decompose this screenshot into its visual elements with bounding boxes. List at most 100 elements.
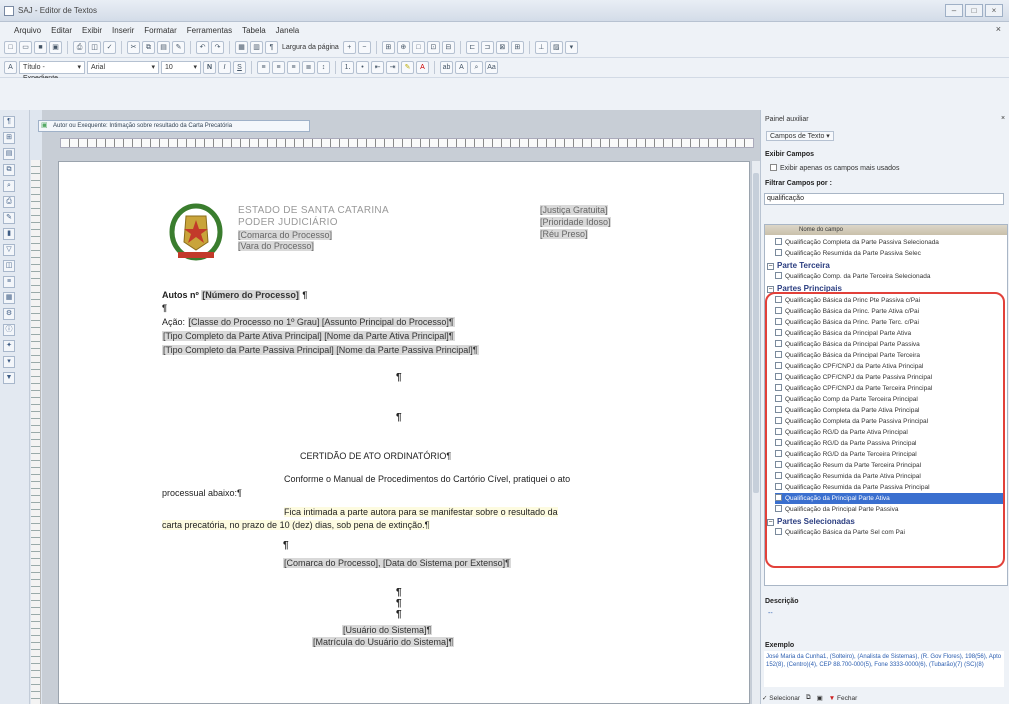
menu-arquivo[interactable]: Arquivo (14, 26, 41, 35)
italic-icon[interactable]: I (218, 61, 231, 74)
copy-field-icon[interactable]: ⧉ (806, 694, 811, 702)
more-icon[interactable]: ▾ (564, 41, 578, 54)
open-icon[interactable]: ▭ (19, 41, 32, 54)
parte-ativa-field[interactable]: [Tipo Completo da Parte Ativa Principal]… (162, 331, 455, 341)
settings-icon[interactable]: ⚙ (3, 308, 15, 320)
close-window-button[interactable]: × (985, 4, 1003, 17)
format-painter-icon[interactable]: ✎ (172, 41, 185, 54)
merge-icon[interactable]: ⊡ (426, 41, 440, 54)
tree-item[interactable]: Qualificação Resumida da Parte Passiva S… (775, 248, 921, 259)
usuario-field[interactable]: [Usuário do Sistema]¶ (342, 625, 433, 635)
help-icon[interactable]: ▣ (817, 694, 823, 702)
comarca-data-field[interactable]: [Comarca do Processo], [Data do Sistema … (283, 558, 511, 568)
reu-preso-field[interactable]: [Réu Preso] (540, 229, 588, 239)
align-left-icon[interactable]: ≡ (257, 61, 270, 74)
classe-assunto-field[interactable]: [Classe do Processo no 1º Grau] [Assunto… (187, 317, 455, 327)
group-parte-terceira[interactable]: − Parte Terceira (767, 260, 830, 271)
open-folder-icon[interactable]: ▣ (49, 41, 62, 54)
insert-row-icon[interactable]: ⊕ (396, 41, 410, 54)
parte-passiva-field[interactable]: [Tipo Completo da Parte Passiva Principa… (162, 345, 479, 355)
insert-table-icon[interactable]: ⊞ (381, 41, 395, 54)
line-spacing-icon[interactable]: ↕ (317, 61, 330, 74)
print-icon[interactable]: ⎙ (73, 41, 86, 54)
tree-column-header[interactable]: Nome do campo (765, 225, 1007, 235)
align-right-icon[interactable]: ≡ (287, 61, 300, 74)
table-icon[interactable]: ▦ (235, 41, 248, 54)
zoom-label[interactable]: Largura da página (282, 44, 339, 51)
border-icon[interactable]: ⊠ (495, 41, 509, 54)
style-select[interactable]: Título - Expediente▾ (19, 61, 85, 82)
menu-formatar[interactable]: Formatar (144, 26, 176, 35)
style-icon[interactable]: A (4, 61, 17, 74)
justica-gratuita-field[interactable]: [Justiça Gratuita] (540, 205, 608, 215)
zoom-in-icon[interactable]: + (342, 41, 356, 54)
cut-icon[interactable]: ✂ (127, 41, 140, 54)
copy-doc-icon[interactable]: ⧉ (3, 164, 15, 176)
filter-input[interactable]: qualificação (764, 193, 1004, 205)
spellcheck-icon[interactable]: ✓ (103, 41, 116, 54)
checkbox-icon[interactable] (770, 164, 777, 171)
columns-icon[interactable]: ▥ (250, 41, 263, 54)
prioridade-idoso-field[interactable]: [Prioridade Idoso] (540, 217, 611, 227)
case-icon[interactable]: Aa (485, 61, 498, 74)
bold-icon[interactable]: N (203, 61, 216, 74)
copy-icon[interactable]: ⧉ (142, 41, 155, 54)
bookmark-icon[interactable]: ▮ (3, 228, 15, 240)
horizontal-ruler[interactable] (60, 138, 754, 148)
selecionar-button[interactable]: ✓ Selecionar (762, 694, 800, 702)
save-icon[interactable]: ■ (34, 41, 47, 54)
new-document-icon[interactable]: □ (4, 41, 17, 54)
matricula-field[interactable]: [Matrícula do Usuário do Sistema]¶ (312, 637, 455, 647)
menu-inserir[interactable]: Inserir (112, 26, 134, 35)
tree-item[interactable]: Qualificação Comp. da Parte Terceira Sel… (775, 271, 931, 282)
menu-editar[interactable]: Editar (51, 26, 72, 35)
fechar-button[interactable]: ▼ Fechar (829, 695, 857, 702)
strikethrough-icon[interactable]: ab (440, 61, 453, 74)
menu-exibir[interactable]: Exibir (82, 26, 102, 35)
document-tab[interactable]: ▣ Autor ou Exequente: Intimação sobre re… (38, 120, 310, 132)
close-document-button[interactable]: × (996, 24, 1001, 34)
justify-icon[interactable]: ≣ (302, 61, 315, 74)
numero-processo-field[interactable]: [Número do Processo] (201, 290, 300, 300)
panel-close-icon[interactable]: × (1001, 115, 1005, 122)
paste-icon[interactable]: ▤ (157, 41, 170, 54)
show-marks-icon[interactable]: ¶ (265, 41, 278, 54)
field-list-icon[interactable]: ¶ (3, 116, 15, 128)
print-preview-icon[interactable]: ◫ (88, 41, 101, 54)
font-size-select[interactable]: 10 ▾ (161, 61, 201, 74)
view-icon[interactable]: ◫ (3, 260, 15, 272)
field-icon[interactable]: ⊥ (534, 41, 548, 54)
bullets-icon[interactable]: • (356, 61, 369, 74)
grid-icon[interactable]: ⊞ (510, 41, 524, 54)
menu-janela[interactable]: Janela (276, 26, 300, 35)
undo-icon[interactable]: ↶ (196, 41, 209, 54)
pin-icon[interactable]: ▼ (3, 372, 15, 384)
exibir-apenas-checkbox[interactable]: Exibir apenas os campos mais usados (770, 164, 899, 172)
header-comarca-field[interactable]: [Comarca do Processo] (238, 230, 333, 240)
decrease-indent-icon[interactable]: ⇤ (371, 61, 384, 74)
vertical-scrollbar[interactable] (751, 161, 760, 704)
collapse-icon[interactable]: − (767, 263, 774, 270)
highlight-icon[interactable]: ✎ (401, 61, 414, 74)
search-icon[interactable]: ⌕ (3, 180, 15, 192)
font-select[interactable]: Arial ▾ (87, 61, 159, 74)
menu-tabela[interactable]: Tabela (242, 26, 266, 35)
header-vara-field[interactable]: [Vara do Processo] (238, 241, 314, 251)
align-center-icon[interactable]: ≡ (272, 61, 285, 74)
info-icon[interactable]: ⓘ (3, 324, 15, 336)
picture-icon[interactable]: ▨ (549, 41, 563, 54)
redo-icon[interactable]: ↷ (211, 41, 224, 54)
align-left-cell-icon[interactable]: ⊏ (465, 41, 479, 54)
cell-icon[interactable]: □ (411, 41, 425, 54)
document-icon[interactable]: ▤ (3, 148, 15, 160)
edit-icon[interactable]: ✎ (3, 212, 15, 224)
font-color-icon[interactable]: A (416, 61, 429, 74)
list-icon[interactable]: ≡ (3, 276, 15, 288)
vertical-ruler[interactable] (31, 160, 41, 704)
tool-icon[interactable]: ▾ (3, 356, 15, 368)
find-icon[interactable]: ⌕ (470, 61, 483, 74)
numbering-icon[interactable]: ⒈ (341, 61, 354, 74)
underline-icon[interactable]: S (233, 61, 246, 74)
tree-item[interactable]: Qualificação Completa da Parte Passiva S… (775, 237, 939, 248)
print-icon[interactable]: ⎙ (3, 196, 15, 208)
